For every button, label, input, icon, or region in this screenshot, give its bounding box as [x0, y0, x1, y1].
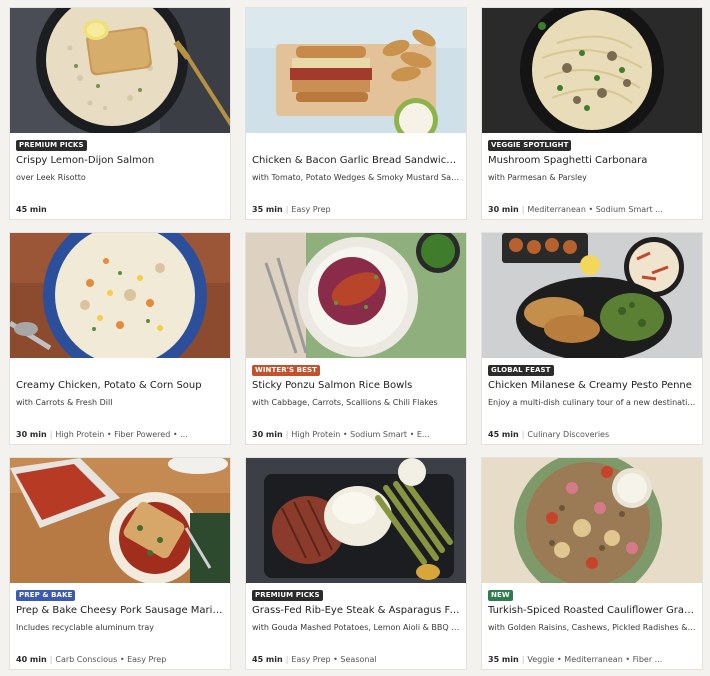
- recipe-tags: Mediterranean • Sodium Smart ...: [527, 205, 663, 214]
- meta-divider: |: [521, 430, 525, 439]
- meta-divider: |: [49, 430, 53, 439]
- recipe-subtitle: with Parmesan & Parsley: [488, 173, 587, 182]
- recipe-info: PREMIUM PICKS Grass-Fed Rib-Eye Steak & …: [252, 583, 460, 669]
- recipe-card[interactable]: GLOBAL FEAST Chicken Milanese & Creamy P…: [481, 232, 703, 445]
- recipe-photo-cauliflower-grain-bowl: [482, 458, 702, 583]
- recipe-card[interactable]: PREMIUM PICKS Crispy Lemon-Dijon Salmon …: [9, 7, 231, 220]
- meta-divider: |: [285, 430, 289, 439]
- badge-winters-best: WINTER'S BEST: [252, 365, 320, 376]
- recipe-subtitle: over Leek Risotto: [16, 173, 86, 182]
- meta-divider: |: [49, 655, 53, 664]
- recipe-card[interactable]: PREP & BAKE Prep & Bake Cheesy Pork Saus…: [9, 457, 231, 670]
- recipe-tags: High Protein • Sodium Smart • E...: [291, 430, 430, 439]
- recipe-meta: 35 min | Veggie • Mediterranean • Fiber ..…: [488, 654, 696, 665]
- recipe-meta: 30 min | High Protein • Fiber Powered • ..…: [16, 429, 224, 440]
- prep-time: 45 min: [488, 430, 519, 439]
- recipe-meta: 45 min | Easy Prep • Seasonal: [252, 654, 460, 665]
- recipe-title[interactable]: Grass-Fed Rib-Eye Steak & Asparagus Frie…: [252, 604, 460, 617]
- recipe-title[interactable]: Crispy Lemon-Dijon Salmon: [16, 154, 224, 167]
- recipe-info: WINTER'S BEST Sticky Ponzu Salmon Rice B…: [252, 358, 460, 444]
- prep-time: 35 min: [252, 205, 283, 214]
- recipe-card[interactable]: VEGGIE SPOTLIGHT Mushroom Spaghetti Carb…: [481, 7, 703, 220]
- recipe-meta: 30 min | Mediterranean • Sodium Smart ...: [488, 204, 696, 215]
- recipe-meta: 45 min | Culinary Discoveries: [488, 429, 696, 440]
- recipe-meta: 40 min | Carb Conscious • Easy Prep: [16, 654, 224, 665]
- recipe-photo-salmon-risotto: [10, 8, 230, 133]
- prep-time: 45 min: [16, 205, 47, 214]
- prep-time: 35 min: [488, 655, 519, 664]
- badge-global-feast: GLOBAL FEAST: [488, 365, 554, 376]
- recipe-photo-mushroom-carbonara: [482, 8, 702, 133]
- prep-time: 45 min: [252, 655, 283, 664]
- recipe-meta: 45 min: [16, 204, 224, 215]
- recipe-subtitle: Includes recyclable aluminum tray: [16, 623, 155, 632]
- recipe-title[interactable]: Sticky Ponzu Salmon Rice Bowls: [252, 379, 460, 392]
- badge-premium-picks: PREMIUM PICKS: [16, 140, 87, 151]
- recipe-grid: PREMIUM PICKS Crispy Lemon-Dijon Salmon …: [9, 7, 703, 670]
- recipe-tags: Easy Prep: [291, 205, 331, 214]
- meta-divider: |: [285, 655, 289, 664]
- recipe-info: Chicken & Bacon Garlic Bread Sandwiches …: [252, 133, 460, 219]
- recipe-meta: 30 min | High Protein • Sodium Smart • E..…: [252, 429, 460, 440]
- recipe-subtitle: Enjoy a multi-dish culinary tour of a ne…: [488, 398, 696, 407]
- recipe-subtitle: with Gouda Mashed Potatoes, Lemon Aioli …: [252, 623, 460, 632]
- recipe-tags: Carb Conscious • Easy Prep: [55, 655, 167, 664]
- recipe-info: GLOBAL FEAST Chicken Milanese & Creamy P…: [488, 358, 696, 444]
- recipe-info: PREP & BAKE Prep & Bake Cheesy Pork Saus…: [16, 583, 224, 669]
- badge-new: NEW: [488, 590, 513, 601]
- meta-divider: |: [521, 205, 525, 214]
- recipe-tags: Culinary Discoveries: [527, 430, 610, 439]
- recipe-card[interactable]: NEW Turkish-Spiced Roasted Cauliflower G…: [481, 457, 703, 670]
- recipe-photo-ribeye-asparagus: [246, 458, 466, 583]
- recipe-subtitle: with Carrots & Fresh Dill: [16, 398, 113, 407]
- prep-time: 30 min: [16, 430, 47, 439]
- recipe-tags: Veggie • Mediterranean • Fiber ...: [527, 655, 663, 664]
- recipe-card[interactable]: Chicken & Bacon Garlic Bread Sandwiches …: [245, 7, 467, 220]
- recipe-subtitle: with Tomato, Potato Wedges & Smoky Musta…: [252, 173, 460, 182]
- badge-veggie-spotlight: VEGGIE SPOTLIGHT: [488, 140, 572, 151]
- recipe-title[interactable]: Chicken & Bacon Garlic Bread Sandwiches: [252, 154, 460, 167]
- recipe-title[interactable]: Mushroom Spaghetti Carbonara: [488, 154, 696, 167]
- recipe-card[interactable]: Creamy Chicken, Potato & Corn Soup with …: [9, 232, 231, 445]
- recipe-info: Creamy Chicken, Potato & Corn Soup with …: [16, 358, 224, 444]
- recipe-title[interactable]: Chicken Milanese & Creamy Pesto Penne: [488, 379, 696, 392]
- badge-premium-picks: PREMIUM PICKS: [252, 590, 323, 601]
- recipe-title[interactable]: Prep & Bake Cheesy Pork Sausage Marinara: [16, 604, 224, 617]
- recipe-title[interactable]: Turkish-Spiced Roasted Cauliflower Grain…: [488, 604, 696, 617]
- recipe-subtitle: with Cabbage, Carrots, Scallions & Chili…: [252, 398, 438, 407]
- recipe-tags: Easy Prep • Seasonal: [291, 655, 377, 664]
- recipe-card[interactable]: PREMIUM PICKS Grass-Fed Rib-Eye Steak & …: [245, 457, 467, 670]
- recipe-info: NEW Turkish-Spiced Roasted Cauliflower G…: [488, 583, 696, 669]
- meta-divider: |: [521, 655, 525, 664]
- prep-time: 30 min: [488, 205, 519, 214]
- recipe-tags: High Protein • Fiber Powered • ...: [55, 430, 188, 439]
- recipe-photo-chicken-corn-soup: [10, 233, 230, 358]
- recipe-photo-ponzu-salmon-bowl: [246, 233, 466, 358]
- recipe-card[interactable]: WINTER'S BEST Sticky Ponzu Salmon Rice B…: [245, 232, 467, 445]
- badge-prep-and-bake: PREP & BAKE: [16, 590, 76, 601]
- prep-time: 30 min: [252, 430, 283, 439]
- recipe-photo-pork-sausage-marinara: [10, 458, 230, 583]
- recipe-subtitle: with Golden Raisins, Cashews, Pickled Ra…: [488, 623, 696, 632]
- recipe-title[interactable]: Creamy Chicken, Potato & Corn Soup: [16, 379, 224, 392]
- recipe-info: VEGGIE SPOTLIGHT Mushroom Spaghetti Carb…: [488, 133, 696, 219]
- recipe-photo-chicken-bacon-sandwich: [246, 8, 466, 133]
- recipe-meta: 35 min | Easy Prep: [252, 204, 460, 215]
- meta-divider: |: [285, 205, 289, 214]
- prep-time: 40 min: [16, 655, 47, 664]
- recipe-photo-chicken-milanese: [482, 233, 702, 358]
- recipe-info: PREMIUM PICKS Crispy Lemon-Dijon Salmon …: [16, 133, 224, 219]
